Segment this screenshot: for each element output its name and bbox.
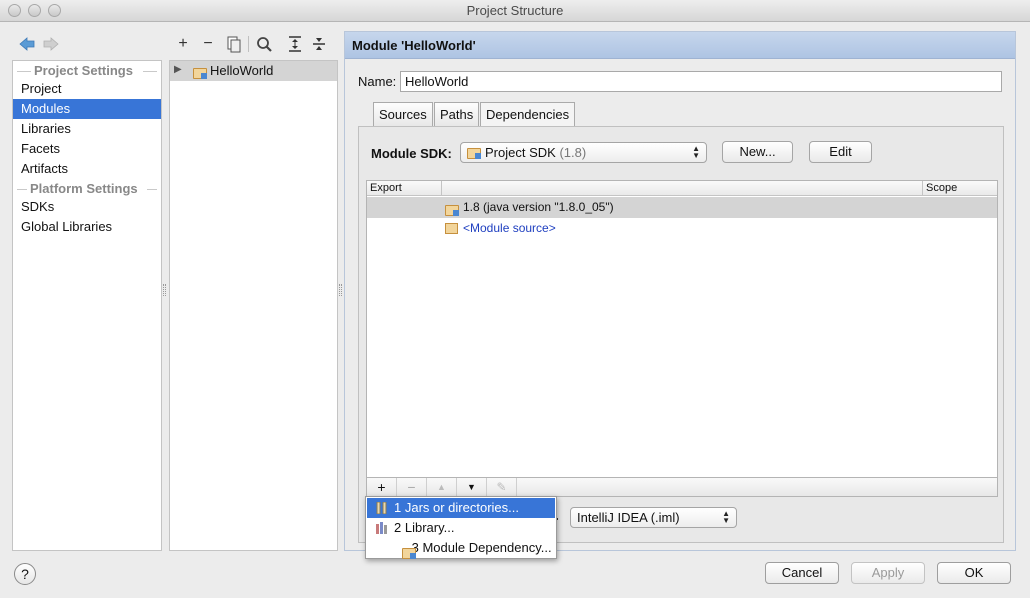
search-icon[interactable] (255, 34, 273, 54)
move-down-icon[interactable]: ▼ (457, 478, 487, 496)
module-folder-icon (193, 68, 207, 80)
ok-button[interactable]: OK (937, 562, 1011, 584)
edit-sdk-button[interactable]: Edit (809, 141, 872, 163)
dependencies-tab-content: Module SDK: Project SDK (1.8) ▲ ▼ New... … (358, 126, 1004, 543)
nav-item-libraries[interactable]: Libraries (13, 119, 161, 139)
help-button[interactable]: ? (14, 563, 36, 585)
table-row[interactable]: <Module source> (367, 218, 997, 239)
splitter-handle-left[interactable] (163, 284, 166, 296)
tab-paths[interactable]: Paths (434, 102, 480, 127)
window-title: Project Structure (466, 3, 564, 18)
expand-arrow-icon[interactable]: ▶ (174, 64, 182, 75)
table-row[interactable]: 1.8 (java version "1.8.0_05") (367, 197, 997, 218)
chevron-updown-icon: ▲ ▼ (722, 509, 730, 525)
source-folder-icon (445, 223, 458, 234)
dependencies-toolbar: + − ▲ ▼ ✎ (366, 478, 998, 497)
module-detail-panel: Module 'HelloWorld' Name: HelloWorld Sou… (344, 31, 1016, 551)
name-label: Name: (358, 74, 397, 89)
remove-icon[interactable]: − (198, 34, 218, 54)
tab-dependencies[interactable]: Dependencies (480, 102, 576, 127)
title-bar: Project Structure (0, 0, 1030, 22)
jar-icon (376, 502, 387, 514)
module-name-input[interactable]: HelloWorld (400, 71, 1002, 92)
nav-item-sdks[interactable]: SDKs (13, 197, 161, 217)
add-dependency-icon[interactable]: + (367, 478, 397, 496)
module-sdk-dropdown[interactable]: Project SDK (1.8) ▲ ▼ (460, 142, 707, 163)
collapse-all-icon[interactable] (310, 34, 328, 54)
menu-item-jars[interactable]: 1 Jars or directories... (367, 498, 555, 518)
chevron-updown-icon: ▲ ▼ (692, 144, 700, 160)
sdk-folder-icon (445, 205, 459, 217)
apply-button[interactable]: Apply (851, 562, 925, 584)
module-format-dropdown[interactable]: IntelliJ IDEA (.iml) ▲ ▼ (570, 507, 737, 528)
group-header-platform-settings: Platform Settings (13, 180, 161, 198)
nav-item-artifacts[interactable]: Artifacts (13, 159, 161, 179)
library-icon (376, 522, 387, 534)
toolbar-divider (248, 36, 249, 52)
tree-item-label: HelloWorld (210, 63, 274, 78)
menu-item-module-dependency[interactable]: 3 Module Dependency... (367, 538, 555, 560)
cancel-button[interactable]: Cancel (765, 562, 839, 584)
nav-item-facets[interactable]: Facets (13, 139, 161, 159)
add-dependency-menu: 1 Jars or directories... 2 Library... 3 … (365, 496, 557, 560)
column-header-export[interactable]: Export (367, 181, 442, 196)
add-icon[interactable]: + (173, 34, 193, 54)
tree-row-helloworld[interactable]: ▶ HelloWorld (170, 61, 337, 81)
tab-sources[interactable]: Sources (373, 102, 433, 127)
splitter-handle-right[interactable] (339, 284, 342, 296)
remove-dependency-icon[interactable]: − (397, 478, 427, 496)
new-sdk-button[interactable]: New... (722, 141, 793, 163)
column-header-dependency[interactable] (442, 181, 923, 196)
copy-icon[interactable] (224, 34, 242, 54)
settings-nav-panel: Project Settings Project Modules Librari… (12, 60, 162, 551)
module-tree-panel: ▶ HelloWorld (169, 60, 338, 551)
dependencies-table: Export Scope 1.8 (java version "1.8.0_05… (366, 180, 998, 478)
module-header: Module 'HelloWorld' (345, 32, 1015, 59)
edit-pencil-icon[interactable]: ✎ (487, 478, 517, 496)
column-header-scope[interactable]: Scope (923, 181, 997, 196)
back-arrow-icon[interactable] (18, 36, 36, 52)
module-sdk-label: Module SDK: (371, 146, 452, 161)
sdk-folder-icon (467, 148, 481, 160)
expand-all-icon[interactable] (286, 34, 304, 54)
move-up-icon[interactable]: ▲ (427, 478, 457, 496)
group-header-project-settings: Project Settings (13, 62, 161, 80)
module-icon (402, 548, 416, 560)
menu-item-library[interactable]: 2 Library... (367, 518, 555, 538)
forward-arrow-icon[interactable] (42, 36, 60, 52)
nav-item-project[interactable]: Project (13, 79, 161, 99)
nav-item-modules[interactable]: Modules (13, 99, 161, 119)
nav-item-global-libraries[interactable]: Global Libraries (13, 217, 161, 237)
